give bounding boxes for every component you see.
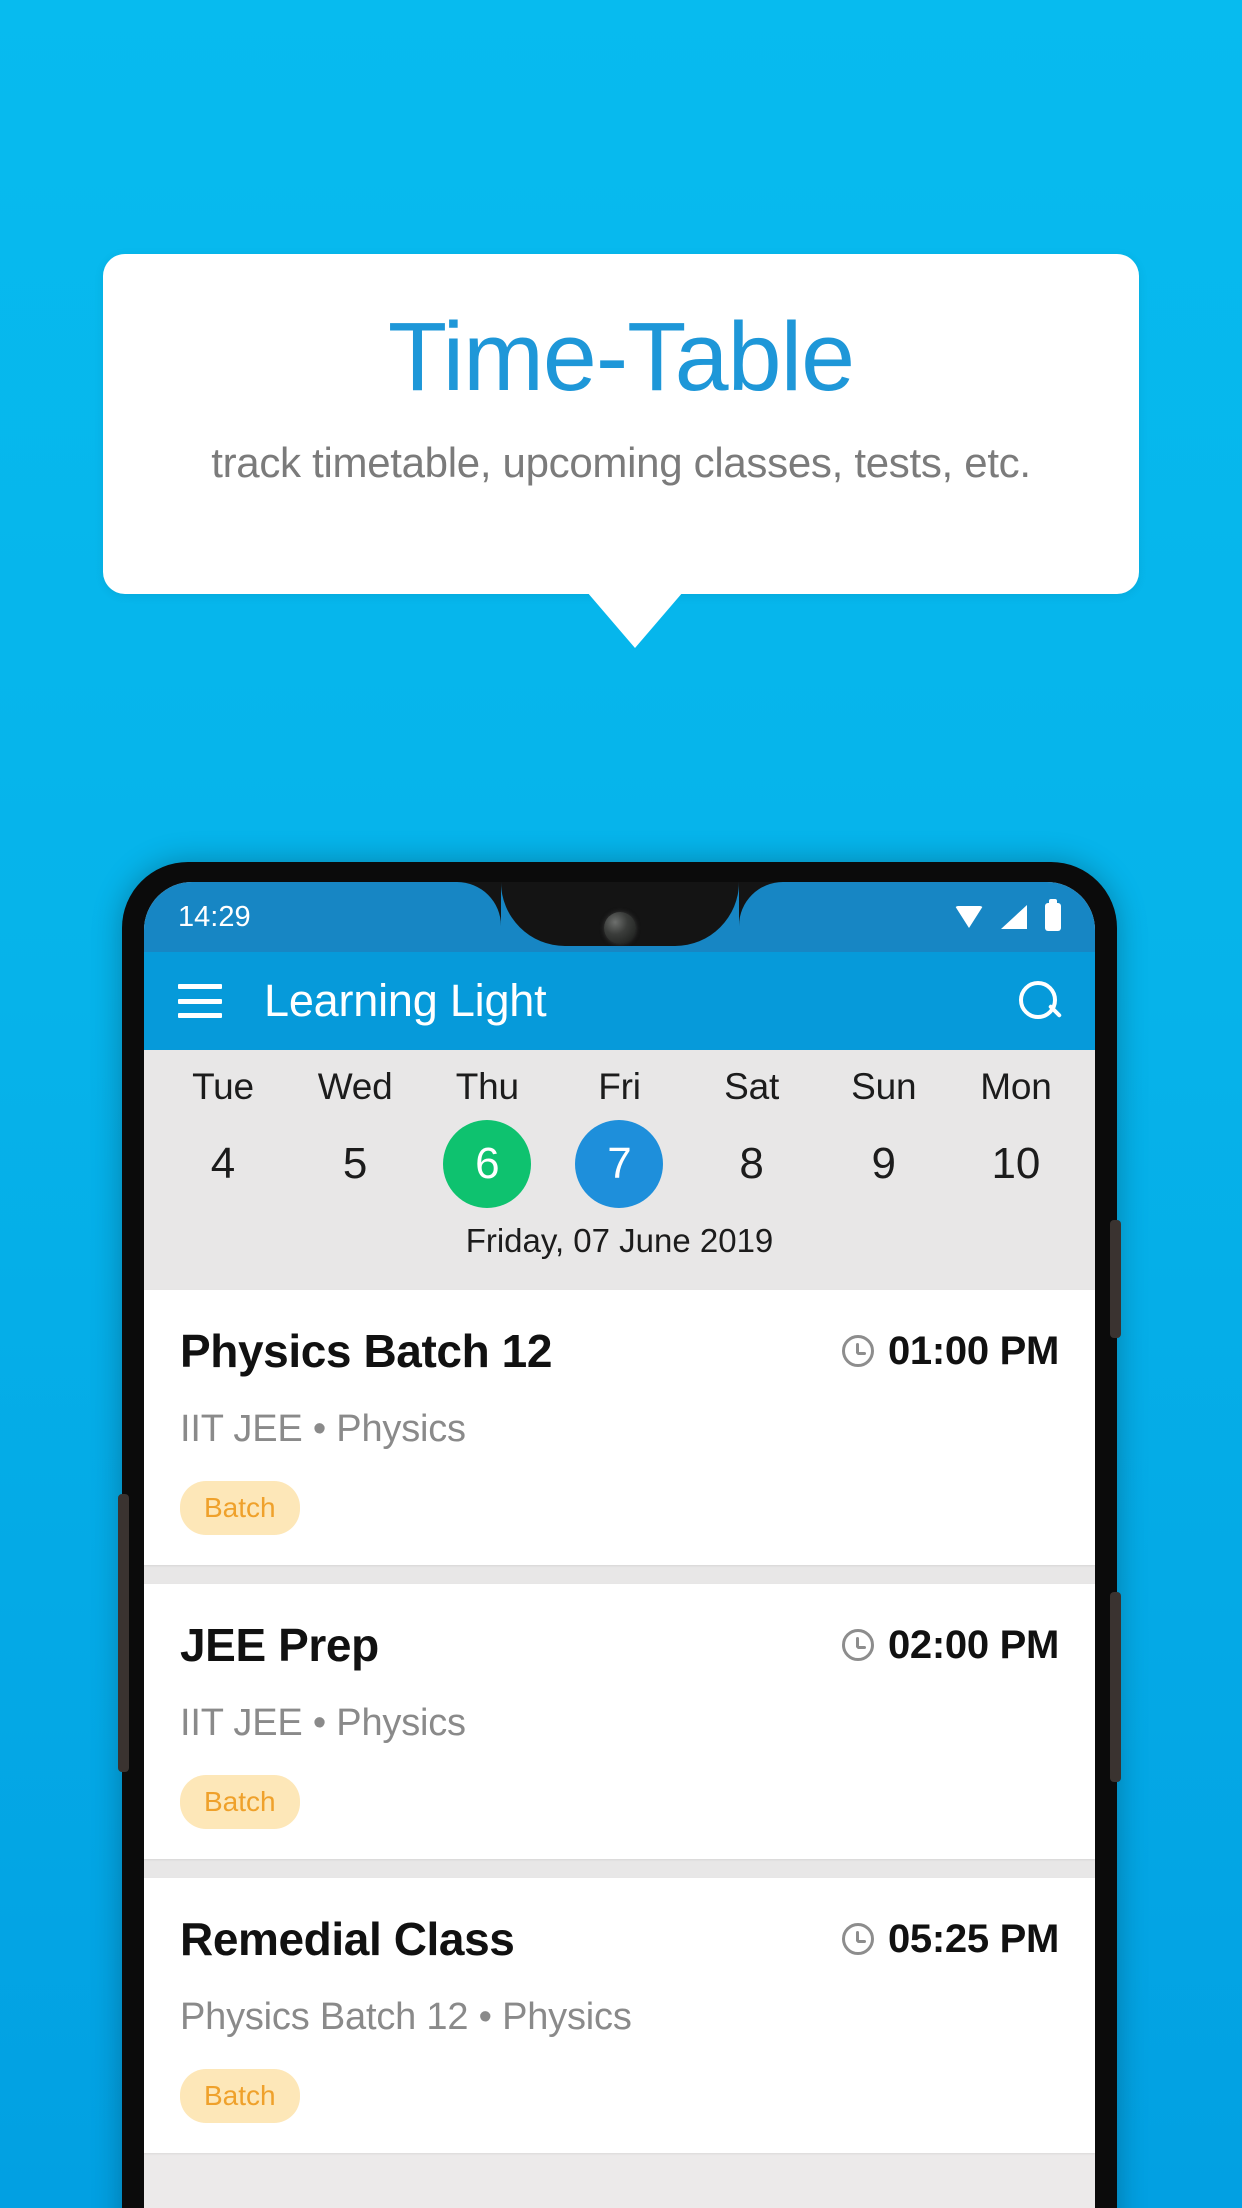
class-time-group: 05:25 PM [841,1916,1059,1962]
class-time: 02:00 PM [887,1622,1059,1667]
class-subtitle: Physics Batch 12 • Physics [180,1996,632,2038]
class-title: Physics Batch 12 [180,1325,553,1377]
page-subtitle: track timetable, upcoming classes, tests… [211,439,1031,486]
day-cell-thu[interactable]: Thu 6 [426,1066,548,1208]
day-number-normal[interactable]: 10 [972,1120,1060,1208]
class-card-header: Remedial Class 05:25 PM [180,1912,1059,1966]
class-time-group: 02:00 PM [841,1622,1059,1668]
hamburger-menu-icon[interactable] [178,984,222,1018]
day-name-label: Sat [724,1066,780,1107]
date-strip: Tue 4 Wed 5 Thu 6 Fri 7 Sat 8 Sun 9 Mon 10 Friday, 07… [144,1050,1095,1290]
status-bar-clock: 14:29 [178,900,251,933]
phone-side-button-left [118,1494,129,1772]
day-cell-tue[interactable]: Tue 4 [162,1066,284,1208]
day-number-wrap: 4 [162,1120,284,1208]
clock-icon [841,1629,874,1661]
signal-icon [1001,905,1027,929]
front-camera-icon [603,912,636,944]
status-bar-icons [955,899,1061,931]
search-icon[interactable] [1017,979,1061,1023]
day-name-label: Mon [980,1066,1052,1107]
day-number-normal[interactable]: 9 [840,1120,928,1208]
day-number-today[interactable]: 6 [443,1120,532,1208]
day-cell-mon[interactable]: Mon 10 [955,1066,1077,1208]
day-number-wrap: 6 [426,1120,548,1208]
clock-icon [841,1923,874,1955]
day-name-label: Sun [851,1066,917,1107]
app-screen: 14:29 Learning Light Tue 4 Wed 5 Thu 6 F… [144,882,1095,2208]
phone-screen-bezel: 14:29 Learning Light Tue 4 Wed 5 Thu 6 F… [144,882,1095,2208]
day-cell-sun[interactable]: Sun 9 [823,1066,945,1208]
clock-icon [841,1335,874,1367]
phone-mockup: 14:29 Learning Light Tue 4 Wed 5 Thu 6 F… [118,862,1121,2208]
class-card[interactable]: JEE Prep 02:00 PM IIT JEE • Physics Batch [144,1584,1095,1859]
day-number-wrap: 9 [823,1120,945,1208]
phone-notch [456,882,783,946]
class-type-badge: Batch [180,2069,300,2123]
app-title: Learning Light [264,975,547,1026]
promo-screenshot: Time-Table track timetable, upcoming cla… [0,0,1242,2208]
battery-icon [1045,899,1061,931]
class-type-badge: Batch [180,1481,300,1535]
class-card-header: Physics Batch 12 01:00 PM [180,1324,1059,1378]
class-title: Remedial Class [180,1913,515,1965]
class-time: 05:25 PM [887,1916,1059,1961]
day-name-label: Tue [192,1066,254,1107]
day-number-wrap: 10 [955,1120,1077,1208]
day-list: Tue 4 Wed 5 Thu 6 Fri 7 Sat 8 Sun 9 Mon 10 [144,1066,1095,1208]
class-card-header: JEE Prep 02:00 PM [180,1618,1059,1672]
class-subtitle: IIT JEE • Physics [180,1408,466,1450]
class-time: 01:00 PM [887,1328,1059,1373]
class-list: Physics Batch 12 01:00 PM IIT JEE • Physic… [144,1290,1095,2153]
notch-left-fill [456,882,501,926]
day-number-wrap: 8 [691,1120,813,1208]
wifi-icon [955,906,983,928]
promo-callout-bubble: Time-Table track timetable, upcoming cla… [103,254,1139,594]
day-cell-wed[interactable]: Wed 5 [294,1066,416,1208]
day-name-label: Wed [317,1066,393,1107]
phone-power-button [1110,1592,1121,1782]
status-bar: 14:29 [144,882,1095,952]
day-number-normal[interactable]: 8 [708,1120,796,1208]
day-number-normal[interactable]: 5 [311,1120,399,1208]
bubble-tail [587,592,683,648]
day-cell-sat[interactable]: Sat 8 [691,1066,813,1208]
class-title: JEE Prep [180,1619,379,1671]
selected-date-label: Friday, 07 June 2019 [465,1222,774,1259]
day-number-normal[interactable]: 4 [179,1120,267,1208]
class-subtitle: IIT JEE • Physics [180,1702,466,1744]
class-card[interactable]: Physics Batch 12 01:00 PM IIT JEE • Physic… [144,1290,1095,1565]
day-number-wrap: 5 [294,1120,416,1208]
notch-right-fill [738,882,783,926]
class-card[interactable]: Remedial Class 05:25 PM Physics Batch 12 •… [144,1878,1095,2153]
phone-volume-button [1110,1220,1121,1338]
class-time-group: 01:00 PM [841,1328,1059,1374]
page-title: Time-Table [387,302,855,411]
class-type-badge: Batch [180,1775,300,1829]
day-name-label: Thu [455,1066,519,1107]
day-number-wrap: 7 [558,1120,680,1208]
day-name-label: Fri [598,1066,641,1107]
app-bar: Learning Light [144,952,1095,1050]
day-number-selected[interactable]: 7 [575,1120,664,1208]
day-cell-fri[interactable]: Fri 7 [558,1066,680,1208]
